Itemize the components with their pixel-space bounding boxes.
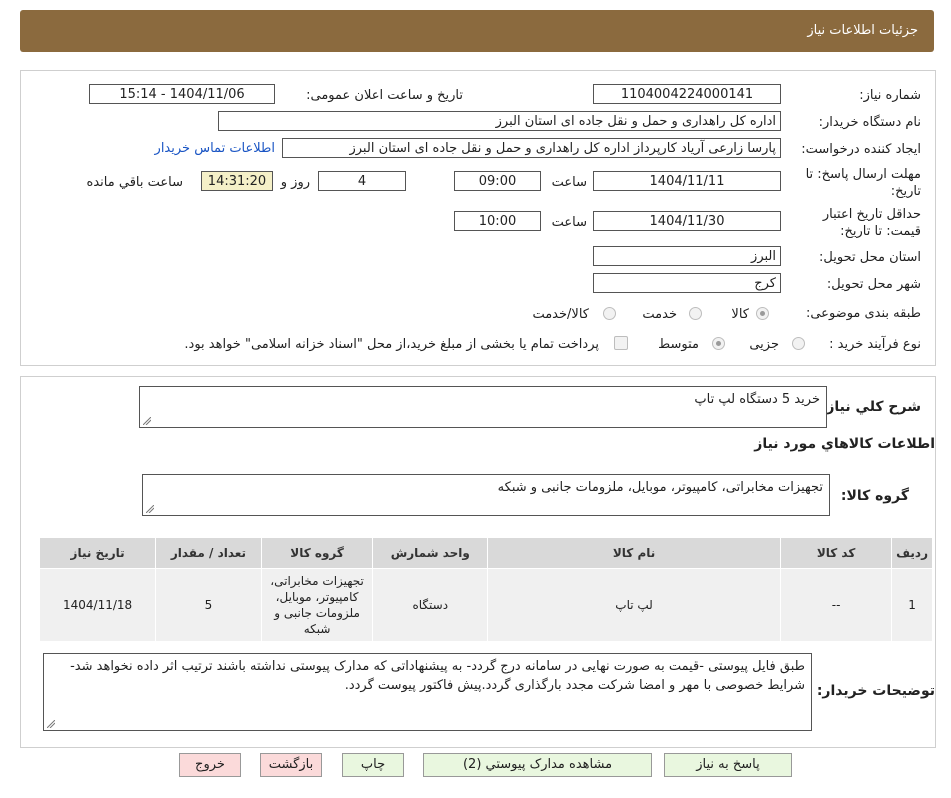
announce-datetime-field[interactable]: 1404/11/06 - 15:14 (89, 84, 275, 104)
radio-goods[interactable] (756, 307, 769, 320)
validity-label-line1: حداقل تاریخ اعتبار (822, 207, 921, 222)
col-unit: واحد شمارش (372, 537, 489, 569)
buyer-org-label: نام دستگاه خریدار: (818, 115, 921, 130)
radio-goods-label: کالا (731, 307, 749, 322)
summary-textarea[interactable]: خرید 5 دستگاه لپ تاپ (139, 386, 827, 428)
summary-text: خرید 5 دستگاه لپ تاپ (694, 392, 820, 407)
deadline-time-label: ساعت (551, 175, 587, 190)
need-info-panel: شماره نیاز: 1104004224000141 تاریخ و ساع… (20, 70, 936, 366)
remaining-time-field[interactable]: 14:31:20 (201, 171, 273, 191)
page-title: جزئیات اطلاعات نیاز (807, 23, 918, 38)
cell-date: 1404/11/18 (38, 568, 157, 642)
buyer-contact-link[interactable]: اطلاعات تماس خریدار (155, 141, 275, 156)
exit-button[interactable]: خروج (179, 753, 241, 777)
radio-goods-service-label: کالا/خدمت (532, 307, 589, 322)
city-label: شهر محل تحویل: (826, 277, 921, 292)
col-row: رديف (891, 537, 933, 569)
page-header: جزئیات اطلاعات نیاز (20, 10, 934, 52)
cell-name: لپ تاپ (487, 568, 782, 642)
treasury-note: پرداخت تمام یا بخشی از مبلغ خرید،از محل … (184, 337, 599, 352)
items-section-title: اطلاعات کالاهاي مورد نياز (754, 436, 935, 452)
cell-code: -- (780, 568, 893, 642)
group-textarea[interactable]: تجهیزات مخابراتی، کامپیوتر، موبایل، ملزو… (142, 474, 830, 516)
province-field[interactable]: البرز (593, 246, 781, 266)
validity-time-label: ساعت (551, 215, 587, 230)
col-name: نام کالا (487, 537, 782, 569)
group-label: گروه کالا: (840, 488, 909, 504)
col-qty: تعداد / مقدار (155, 537, 262, 569)
validity-time-field[interactable]: 10:00 (454, 211, 541, 231)
days-label: روز و (280, 175, 310, 190)
need-number-label: شماره نیاز: (859, 88, 921, 103)
view-attachments-button[interactable]: مشاهده مدارک پیوستي (2) (423, 753, 652, 777)
deadline-label-line2: تاریخ: (890, 184, 921, 199)
radio-minor[interactable] (792, 337, 805, 350)
announce-label: تاریخ و ساعت اعلان عمومی: (306, 88, 463, 103)
group-text: تجهیزات مخابراتی، کامپیوتر، موبایل، ملزو… (497, 480, 823, 495)
radio-medium[interactable] (712, 337, 725, 350)
col-date: تاریخ نیاز (38, 537, 157, 569)
notes-label: توضیحات خریدار: (816, 683, 935, 699)
validity-date-field[interactable]: 1404/11/30 (593, 211, 781, 231)
cell-qty: 5 (155, 568, 262, 642)
cell-group: تجهیزات مخابراتی، کامپیوتر، موبایل، ملزو… (260, 568, 374, 642)
deadline-date-field[interactable]: 1404/11/11 (593, 171, 781, 191)
notes-textarea[interactable]: طبق فایل پیوستی -قیمت به صورت نهایی در س… (43, 653, 812, 731)
requester-field[interactable]: پارسا زارعی آریاد کارپرداز اداره کل راهد… (282, 138, 781, 158)
back-button[interactable]: بازگشت (260, 753, 322, 777)
cell-unit: دستگاه (372, 568, 489, 642)
remaining-days-field[interactable]: 4 (318, 171, 406, 191)
reply-button[interactable]: پاسخ به نیاز (664, 753, 792, 777)
table-row: 1 -- لپ تاپ دستگاه تجهیزات مخابراتی، کام… (38, 568, 933, 642)
radio-goods-service[interactable] (603, 307, 616, 320)
cell-row: 1 (891, 568, 933, 642)
print-button[interactable]: چاپ (342, 753, 404, 777)
validity-label-line2: قیمت: تا تاریخ: (840, 224, 921, 239)
requester-label: ایجاد کننده درخواست: (801, 142, 921, 157)
col-code: کد کالا (780, 537, 893, 569)
deadline-time-field[interactable]: 09:00 (454, 171, 541, 191)
process-label: نوع فرآیند خرید : (829, 337, 921, 352)
need-details-panel: شرح کلي نياز: خرید 5 دستگاه لپ تاپ اطلاع… (20, 376, 936, 748)
items-table: رديف کد کالا نام کالا واحد شمارش گروه کا… (38, 537, 933, 642)
notes-text: طبق فایل پیوستی -قیمت به صورت نهایی در س… (70, 659, 805, 693)
radio-service[interactable] (689, 307, 702, 320)
summary-label: شرح کلي نياز: (820, 399, 921, 415)
deadline-label-line1: مهلت ارسال پاسخ: تا (805, 167, 921, 182)
col-group: گروه کالا (260, 537, 374, 569)
resize-grip-icon[interactable] (47, 720, 55, 728)
treasury-checkbox[interactable] (614, 336, 628, 350)
radio-medium-label: متوسط (658, 337, 699, 352)
province-label: استان محل تحویل: (819, 250, 921, 265)
radio-service-label: خدمت (642, 307, 677, 322)
remaining-label: ساعت باقي مانده (86, 175, 183, 190)
buyer-org-field[interactable]: اداره کل راهداری و حمل و نقل جاده ای است… (218, 111, 781, 131)
radio-minor-label: جزیی (749, 337, 779, 352)
resize-grip-icon[interactable] (146, 505, 154, 513)
city-field[interactable]: کرج (593, 273, 781, 293)
category-label: طبقه بندی موضوعی: (805, 306, 921, 321)
resize-grip-icon[interactable] (143, 417, 151, 425)
need-number-field[interactable]: 1104004224000141 (593, 84, 781, 104)
